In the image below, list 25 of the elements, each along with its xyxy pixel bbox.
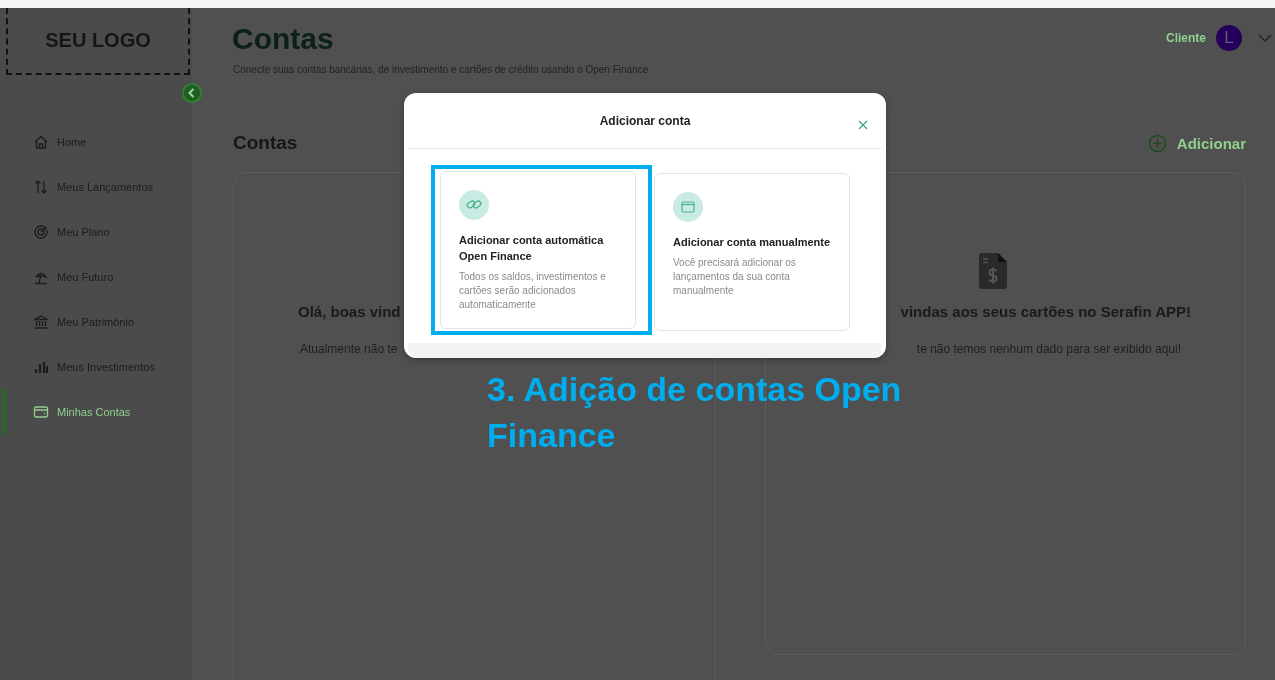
home-icon (33, 133, 49, 150)
close-icon[interactable] (858, 120, 868, 130)
wallet-icon (33, 403, 49, 420)
user-avatar[interactable]: L (1216, 25, 1242, 51)
bank-icon (33, 313, 49, 330)
option-title: Adicionar conta automática Open Finance (459, 233, 605, 264)
user-role: Cliente (1166, 31, 1206, 45)
arrows-icon (33, 178, 49, 195)
option-title: Adicionar conta manualmente (673, 235, 831, 250)
account-option-card[interactable]: Adicionar conta automática Open Finance Todos os saldos, investimentos e cartões serão adicionados automaticamente (440, 171, 636, 329)
account-option-card[interactable]: Adicionar conta manualmente Você precisará adicionar os lançamentos da sua conta manualmente (654, 173, 850, 331)
option-description: Todos os saldos, investimentos e cartões serão adicionados automaticamente (459, 270, 607, 312)
plus-icon (1147, 133, 1167, 153)
link-icon (459, 190, 489, 220)
dialog-title: Adicionar conta (599, 113, 691, 128)
add-button[interactable]: Adicionar (1147, 133, 1246, 153)
chevron-down-icon[interactable] (1258, 34, 1272, 42)
page-title: Contas (232, 22, 335, 56)
target-icon (33, 223, 49, 240)
section-title: Contas (233, 132, 298, 154)
nav-item[interactable]: Minhas Contas (3, 389, 192, 434)
option-description: Você precisará adicionar os lançamentos da sua conta manualmente (673, 256, 797, 298)
collapse-icon[interactable] (182, 83, 202, 103)
annotation-caption: 3. Adição de contas Open Finance (487, 369, 903, 456)
wallet-icon (673, 192, 703, 222)
